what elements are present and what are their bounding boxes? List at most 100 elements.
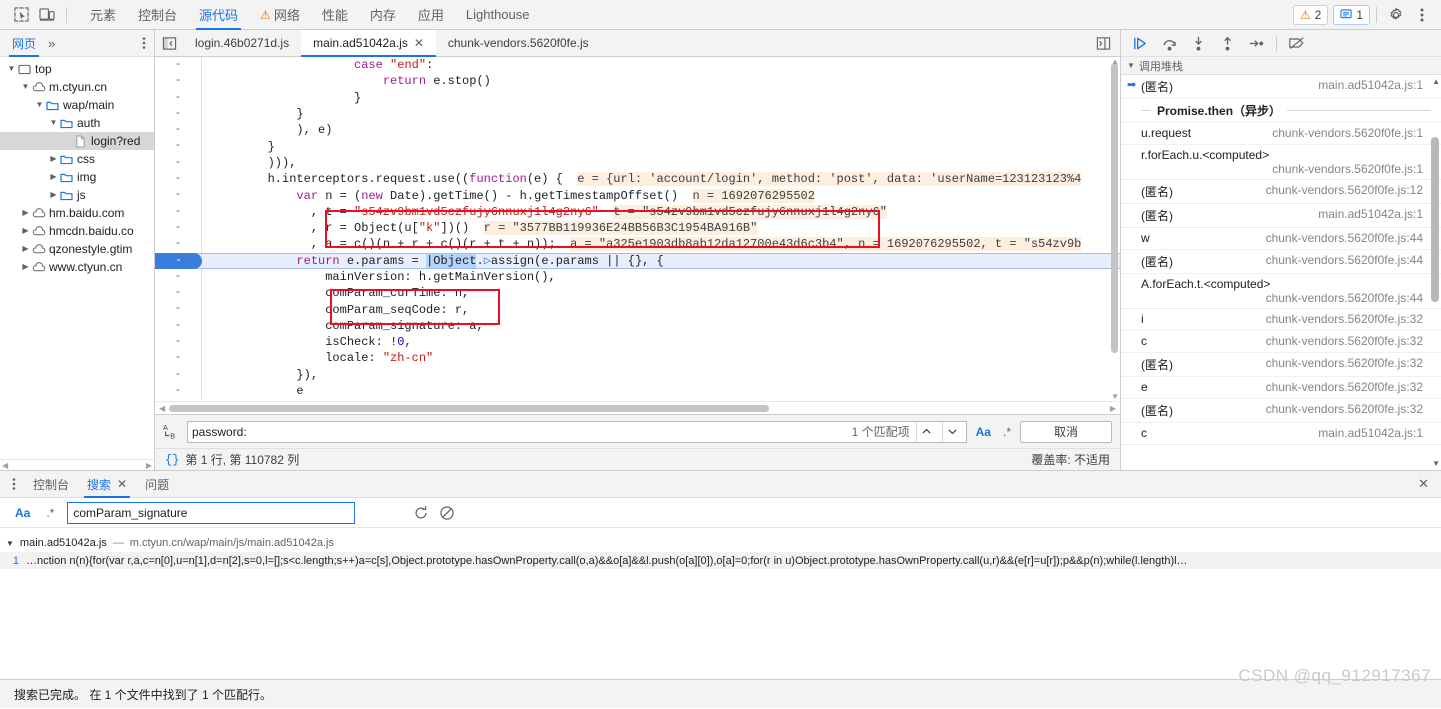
step-out-icon[interactable] — [1214, 31, 1241, 55]
callstack-frame-location[interactable]: main.ad51042a.js:1 — [1308, 426, 1423, 440]
navigator-menu-icon[interactable] — [134, 36, 154, 50]
callstack-frame[interactable]: r.forEach.u.<computed> chunk-vendors.5620… — [1121, 145, 1441, 180]
scroll-down-arrow-icon[interactable]: ▼ — [1111, 392, 1119, 401]
code-line[interactable]: - comParam_signature: a, — [155, 317, 1120, 335]
drawer-tab-search[interactable]: 搜索 ✕ — [78, 471, 136, 498]
code-line[interactable]: - , t = "s54zv9bm1vd5czfujy6nnuxj1l4g2ny… — [155, 203, 1120, 220]
line-number-gutter[interactable]: - — [155, 219, 202, 237]
line-number-gutter[interactable]: - — [155, 236, 202, 253]
line-number-gutter[interactable]: - — [155, 57, 202, 74]
callstack-frame-location[interactable]: chunk-vendors.5620f0fe.js:12 — [1256, 183, 1423, 197]
step-icon[interactable] — [1243, 31, 1270, 55]
code-line[interactable]: - ))), — [155, 154, 1120, 172]
gear-icon[interactable] — [1383, 3, 1409, 27]
callstack-frame[interactable]: c chunk-vendors.5620f0fe.js:32 — [1121, 331, 1441, 353]
code-line[interactable]: - comParam_curTime: n, — [155, 285, 1120, 302]
twisty-collapsed-icon[interactable]: ▶ — [20, 204, 31, 222]
step-over-icon[interactable] — [1156, 31, 1183, 55]
callstack-frame[interactable]: (匿名) chunk-vendors.5620f0fe.js:32 — [1121, 353, 1441, 377]
tree-item-css[interactable]: ▶ css — [0, 150, 154, 168]
twisty-expanded-icon[interactable]: ▼ — [20, 78, 31, 96]
callstack-frame-location[interactable]: chunk-vendors.5620f0fe.js:44 — [1256, 231, 1423, 245]
tree-item-top[interactable]: ▼ top — [0, 60, 154, 78]
callstack-frame[interactable]: (匿名) chunk-vendors.5620f0fe.js:32 — [1121, 399, 1441, 423]
scroll-up-arrow-icon[interactable]: ▲ — [1432, 77, 1440, 86]
code-line[interactable]: - ), e) — [155, 122, 1120, 139]
scroll-left-arrow-icon[interactable]: ◀ — [2, 461, 8, 470]
code-line[interactable]: - return e.stop() — [155, 73, 1120, 90]
code-hscroll-thumb[interactable] — [169, 404, 769, 412]
code-line[interactable]: - h.interceptors.request.use((function(e… — [155, 171, 1120, 188]
line-number-gutter[interactable]: - — [155, 203, 202, 220]
tab-application[interactable]: 应用 — [407, 0, 455, 30]
code-line[interactable]: - mainVersion: h.getMainVersion(), — [155, 268, 1120, 286]
find-input[interactable] — [192, 424, 846, 439]
callstack-frame[interactable]: i chunk-vendors.5620f0fe.js:32 — [1121, 309, 1441, 331]
callstack-frame[interactable]: c main.ad51042a.js:1 — [1121, 423, 1441, 445]
line-number-gutter[interactable]: - — [155, 285, 202, 302]
tree-item-login?red[interactable]: login?red — [0, 132, 154, 150]
nav-more-tabs-icon[interactable]: » — [42, 36, 61, 51]
search-input[interactable] — [67, 501, 356, 524]
tree-item-www.ctyun.cn[interactable]: ▶ www.ctyun.cn — [0, 258, 154, 276]
deactivate-breakpoints-icon[interactable] — [1283, 31, 1310, 55]
split-editor-icon[interactable] — [1086, 36, 1120, 51]
inspect-cursor-icon[interactable] — [8, 3, 34, 27]
callstack-frame-location[interactable]: chunk-vendors.5620f0fe.js:32 — [1256, 402, 1423, 416]
tree-item-m.ctyun.cn[interactable]: ▼ m.ctyun.cn — [0, 78, 154, 96]
drawer-tab-issues[interactable]: 问题 — [136, 471, 178, 498]
find-next-button[interactable] — [941, 421, 962, 442]
line-number-gutter[interactable]: - — [155, 366, 202, 383]
search-result-file[interactable]: ▼ main.ad51042a.js — m.ctyun.cn/wap/main/js… — [0, 534, 1441, 552]
tab-performance[interactable]: 性能 — [311, 0, 359, 30]
line-number-gutter[interactable]: - — [155, 350, 202, 367]
twisty-collapsed-icon[interactable]: ▶ — [48, 150, 59, 168]
editor-tab-main[interactable]: main.ad51042a.js ✕ — [301, 29, 436, 57]
callstack-section-header[interactable]: ▼ 调用堆栈 — [1121, 57, 1441, 75]
tab-memory[interactable]: 内存 — [359, 0, 407, 30]
kebab-menu-icon[interactable] — [1409, 3, 1435, 27]
editor-tab-login[interactable]: login.46b0271d.js — [183, 30, 301, 57]
callstack-frame-location[interactable]: main.ad51042a.js:1 — [1308, 207, 1423, 221]
callstack-frame-location[interactable]: chunk-vendors.5620f0fe.js:32 — [1256, 312, 1423, 326]
close-icon[interactable]: ✕ — [414, 36, 424, 50]
code-line-current[interactable]: - return e.params = |Object.▷assign(e.pa… — [155, 252, 1120, 269]
line-number-gutter[interactable]: - — [155, 122, 202, 139]
code-line[interactable]: - e — [155, 382, 1120, 400]
search-regex-toggle[interactable]: .* — [43, 506, 57, 520]
line-number-gutter[interactable]: - — [155, 171, 202, 188]
editor-tab-chunk-vendors[interactable]: chunk-vendors.5620f0fe.js — [436, 30, 601, 57]
scroll-right-arrow-icon[interactable]: ▶ — [146, 461, 152, 470]
twisty-collapsed-icon[interactable]: ▶ — [20, 222, 31, 240]
callstack-frame[interactable]: (匿名) chunk-vendors.5620f0fe.js:44 — [1121, 250, 1441, 274]
device-toolbar-icon[interactable] — [34, 3, 60, 27]
code-line[interactable]: - comParam_seqCode: r, — [155, 301, 1120, 318]
tab-console[interactable]: 控制台 — [127, 0, 188, 30]
line-number-gutter[interactable]: - — [155, 382, 202, 400]
twisty-collapsed-icon[interactable]: ▶ — [20, 258, 31, 276]
callstack-frame-location[interactable]: chunk-vendors.5620f0fe.js:1 — [1262, 126, 1423, 140]
scroll-right-arrow-icon[interactable]: ▶ — [1110, 404, 1116, 413]
message-count-badge[interactable]: 1 — [1333, 4, 1370, 25]
code-line[interactable]: - , a = c()(n + r + c()(r + t + n)); a =… — [155, 236, 1120, 253]
line-number-gutter[interactable]: - — [155, 138, 202, 155]
callstack-frame[interactable]: e chunk-vendors.5620f0fe.js:32 — [1121, 377, 1441, 399]
code-line[interactable]: - } — [155, 105, 1120, 123]
code-horizontal-scrollbar[interactable]: ◀ ▶ — [155, 401, 1120, 414]
tree-item-hm.baidu.com[interactable]: ▶ hm.baidu.com — [0, 204, 154, 222]
callstack-frame-location[interactable]: chunk-vendors.5620f0fe.js:44 — [1256, 253, 1423, 267]
callstack-frame[interactable]: (匿名) chunk-vendors.5620f0fe.js:12 — [1121, 180, 1441, 204]
code-scroll-region[interactable]: - case "end": - return e.stop() - } - } - ),… — [155, 57, 1120, 401]
pretty-print-icon[interactable]: {} — [165, 453, 179, 467]
code-line[interactable]: - } — [155, 138, 1120, 155]
drawer-menu-icon[interactable] — [4, 477, 24, 491]
scroll-up-arrow-icon[interactable]: ▲ — [1111, 57, 1119, 66]
line-number-gutter[interactable]: - — [155, 73, 202, 90]
code-line[interactable]: - case "end": — [155, 57, 1120, 74]
code-line[interactable]: - isCheck: !0, — [155, 334, 1120, 351]
callstack-frame-location[interactable]: chunk-vendors.5620f0fe.js:1 — [1127, 162, 1423, 176]
twisty-expanded-icon[interactable]: ▼ — [48, 114, 59, 132]
line-number-gutter[interactable]: - — [155, 301, 202, 318]
scroll-down-arrow-icon[interactable]: ▼ — [1432, 459, 1440, 468]
tab-elements[interactable]: 元素 — [79, 0, 127, 30]
